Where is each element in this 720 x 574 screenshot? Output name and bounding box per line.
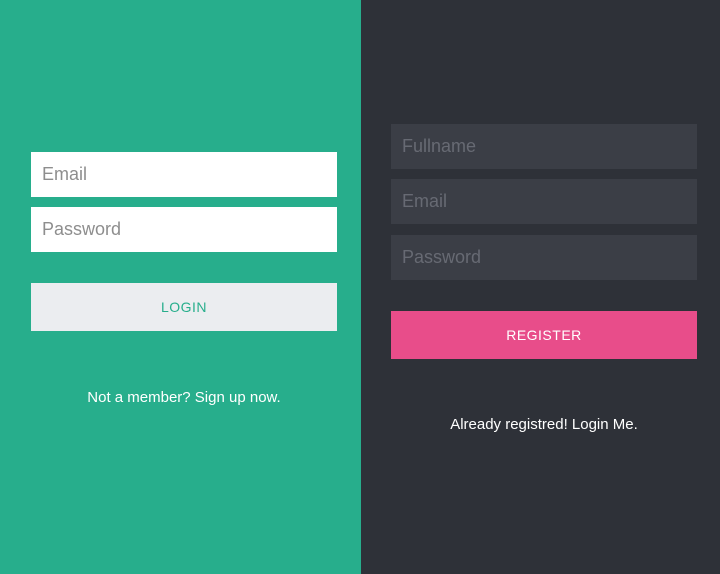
register-password-input[interactable] (391, 235, 697, 280)
login-panel: LOGIN Not a member? Sign up now. (0, 0, 361, 574)
login-button[interactable]: LOGIN (31, 283, 337, 331)
login-me-link[interactable]: Already registred! Login Me. (391, 416, 697, 433)
register-panel: REGISTER Already registred! Login Me. (361, 0, 720, 574)
auth-screen: LOGIN Not a member? Sign up now. REGISTE… (0, 0, 720, 574)
register-fullname-input[interactable] (391, 124, 697, 169)
login-email-input[interactable] (31, 152, 337, 197)
register-button[interactable]: REGISTER (391, 311, 697, 359)
register-email-input[interactable] (391, 179, 697, 224)
login-password-input[interactable] (31, 207, 337, 252)
signup-link[interactable]: Not a member? Sign up now. (31, 389, 337, 406)
